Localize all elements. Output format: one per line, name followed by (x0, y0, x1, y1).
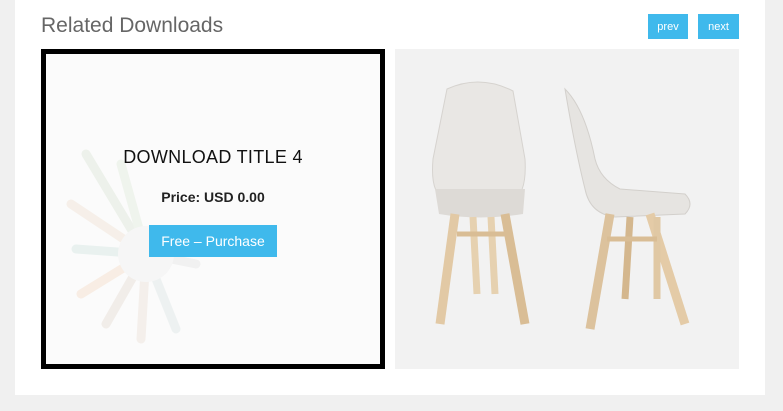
prev-button[interactable]: prev (648, 14, 688, 39)
card-overlay (46, 54, 380, 364)
white-chairs-image (395, 49, 739, 369)
purchase-button[interactable]: Free – Purchase (149, 225, 277, 257)
download-card[interactable]: DOWNLOAD TITLE 4 Price: USD 0.00 Free – … (41, 49, 385, 369)
download-card-image[interactable] (395, 49, 739, 369)
next-button[interactable]: next (698, 14, 739, 39)
download-price: Price: USD 0.00 (161, 189, 265, 205)
download-title: DOWNLOAD TITLE 4 (123, 147, 303, 167)
section-title: Related Downloads (41, 14, 224, 37)
